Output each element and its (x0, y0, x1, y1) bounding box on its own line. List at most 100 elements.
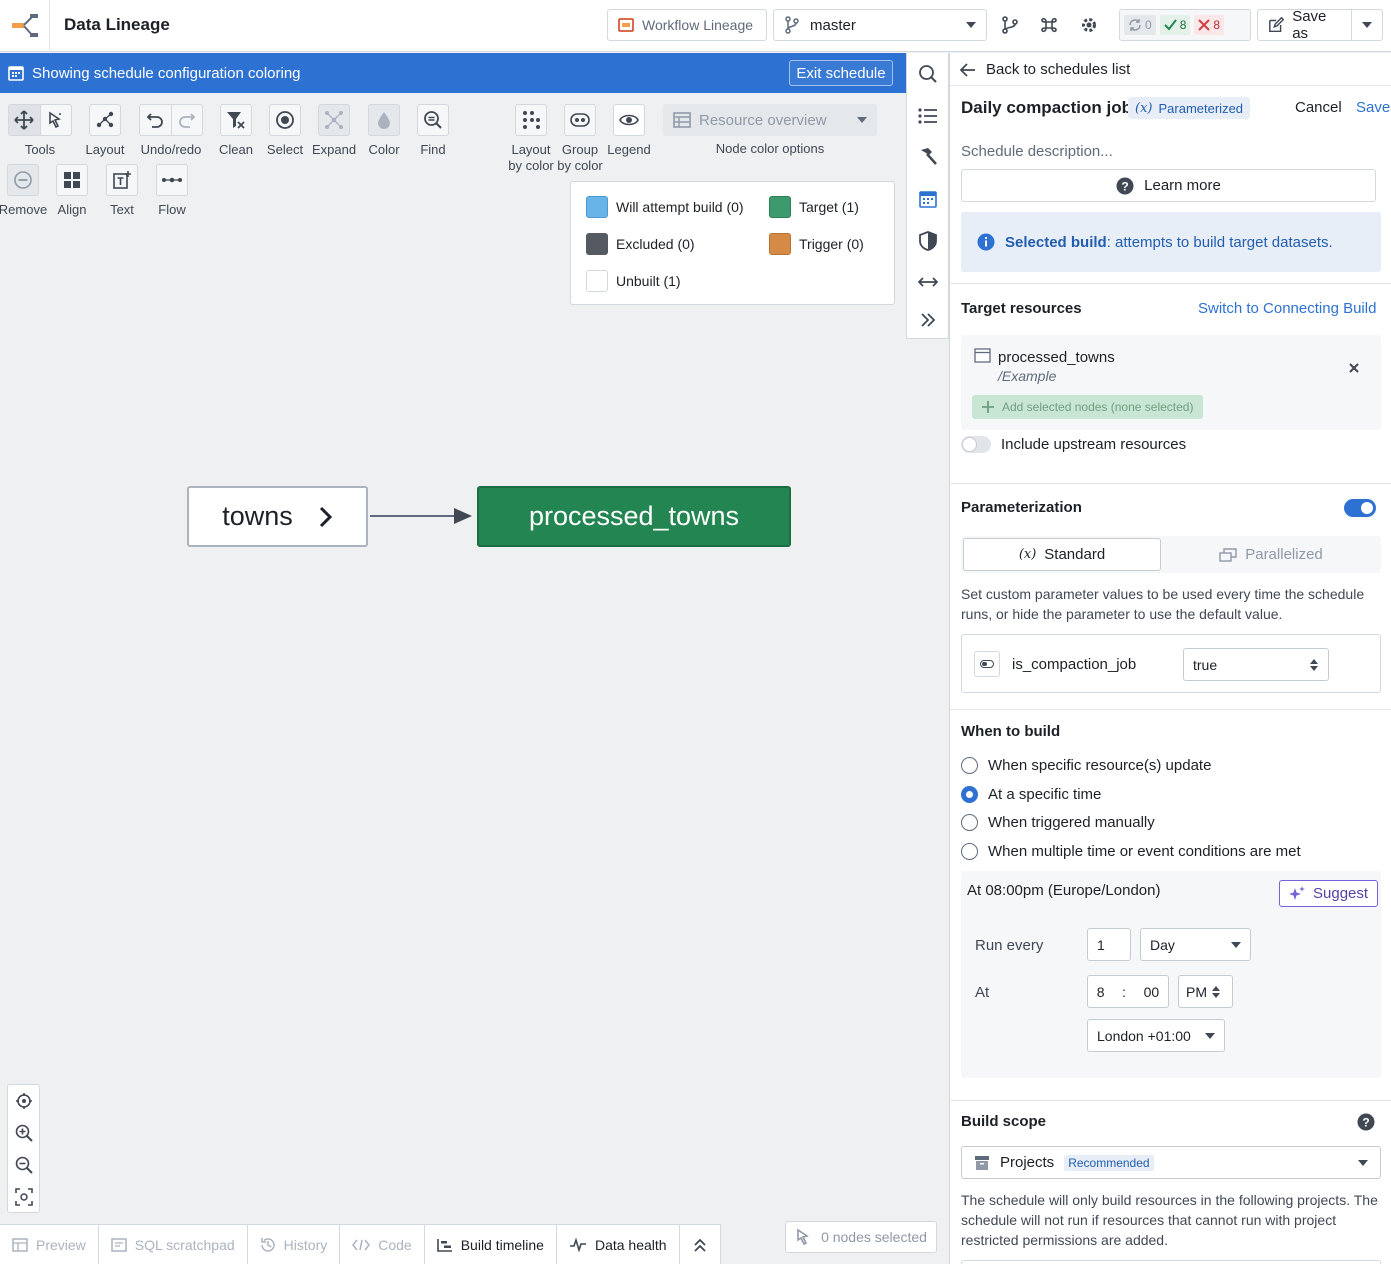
schedule-name[interactable]: Daily compaction job (961, 98, 1132, 118)
radio-triggered-manually[interactable]: When triggered manually (961, 814, 1155, 831)
run-every-input[interactable]: 1 (1087, 928, 1131, 961)
dependency-edge[interactable] (368, 506, 478, 526)
banner-text: Showing schedule configuration coloring (32, 64, 301, 82)
nodes-selected-indicator[interactable]: 0 nodes selected (785, 1221, 937, 1253)
tools-group: Tools (7, 104, 73, 158)
redo-icon[interactable] (170, 105, 202, 135)
arrow-left-icon (960, 62, 975, 77)
compare-branches-icon[interactable] (997, 12, 1023, 38)
tab-label: Build timeline (460, 1237, 544, 1253)
search-icon[interactable] (907, 54, 949, 94)
tab-sql-scratchpad[interactable]: SQL scratchpad (99, 1225, 248, 1264)
fit-to-screen-icon[interactable] (8, 1181, 39, 1213)
calendar-icon[interactable] (907, 179, 949, 219)
tab-history[interactable]: History (248, 1225, 341, 1264)
ampm-value: PM (1186, 983, 1207, 1000)
graph-node-towns[interactable]: towns (187, 486, 368, 547)
caret-down-icon (1358, 1159, 1368, 1166)
select-cursor-icon[interactable] (39, 105, 71, 135)
success-count: 8 (1179, 18, 1187, 32)
radio-specific-time[interactable]: At a specific time (961, 786, 1101, 803)
build-status-group[interactable]: 0 8 8 (1119, 9, 1251, 41)
radio-label: At a specific time (988, 786, 1102, 803)
svg-text:?: ? (1362, 1116, 1369, 1130)
success-status[interactable]: 8 (1159, 15, 1191, 35)
minute-value[interactable]: 00 (1144, 984, 1160, 1000)
radio-resource-update[interactable]: When specific resource(s) update (961, 757, 1211, 774)
layout-by-color-label: Layout by color (508, 142, 554, 173)
legend-tool[interactable]: Legend (599, 104, 659, 158)
build-scope-select[interactable]: Projects Recommended (961, 1146, 1381, 1179)
add-selected-nodes-button[interactable]: Add selected nodes (none selected) (972, 395, 1204, 419)
parameter-value-select[interactable]: true (1183, 648, 1329, 681)
tab-code[interactable]: Code (340, 1225, 425, 1264)
parameterized-badge: (x) Parameterized (1128, 97, 1251, 119)
hour-value[interactable]: 8 (1097, 984, 1105, 1000)
include-upstream-toggle[interactable]: Include upstream resources (961, 436, 1186, 453)
find-label: Find (420, 142, 446, 157)
standard-tab[interactable]: (x) Standard (963, 538, 1161, 571)
calendar-icon (8, 66, 24, 81)
undo-icon[interactable] (140, 105, 171, 135)
save-as-button-group: Save as (1257, 8, 1383, 42)
workflow-lineage-button[interactable]: Workflow Lineage (607, 9, 767, 41)
divider (950, 483, 1391, 484)
graph-node-processed-towns[interactable]: processed_towns (477, 486, 791, 547)
resource-path: /Example (998, 368, 1057, 384)
tab-data-health[interactable]: Data health (557, 1225, 680, 1264)
settings-gear-icon[interactable] (1076, 12, 1102, 38)
schedule-coloring-banner: Showing schedule configuration coloring (0, 53, 906, 93)
chevron-right-icon[interactable] (319, 506, 333, 528)
run-every-unit-select[interactable]: Day (1140, 928, 1251, 961)
learn-more-button[interactable]: ? Learn more (961, 169, 1376, 202)
parameterization-toggle[interactable] (1344, 499, 1376, 517)
help-icon[interactable]: ? (1357, 1113, 1375, 1131)
schedule-description-input[interactable]: Schedule description... (961, 143, 1113, 160)
branch-select[interactable]: master (773, 9, 987, 41)
node-color-select[interactable]: Resource overview (663, 104, 877, 136)
save-as-dropdown[interactable] (1352, 10, 1382, 40)
resize-horizontal-icon[interactable] (907, 262, 949, 302)
list-icon[interactable] (907, 96, 949, 136)
remove-resource-icon[interactable] (1349, 363, 1359, 373)
save-as-button[interactable]: Save as (1258, 8, 1352, 42)
zoom-out-icon[interactable] (8, 1149, 39, 1181)
data-lineage-logo-icon[interactable] (0, 0, 50, 52)
zoom-in-icon[interactable] (8, 1117, 39, 1149)
failure-status[interactable]: 8 (1194, 15, 1225, 35)
flow-tool[interactable]: Flow (142, 164, 202, 218)
radio-circle (961, 843, 978, 860)
expand-panel-button[interactable] (680, 1225, 720, 1264)
time-summary: At 08:00pm (Europe/London) (967, 882, 1161, 899)
radio-circle (961, 814, 978, 831)
resource-name[interactable]: processed_towns (998, 349, 1115, 366)
pan-tool-icon[interactable] (9, 105, 40, 135)
switch-connecting-build-link[interactable]: Switch to Connecting Build (1198, 300, 1376, 317)
tab-build-timeline[interactable]: Build timeline (425, 1225, 557, 1264)
save-button[interactable]: Save (1356, 99, 1390, 116)
suggest-button[interactable]: Suggest (1279, 880, 1379, 907)
build-info-callout: Selected build: attempts to build target… (961, 212, 1381, 272)
double-chevron-right-icon[interactable] (907, 300, 949, 340)
parallelized-tab[interactable]: Parallelized (1171, 538, 1371, 571)
center-target-icon[interactable] (8, 1085, 39, 1117)
back-to-schedules-link[interactable]: Back to schedules list (960, 61, 1130, 78)
exit-schedule-button[interactable]: Exit schedule (789, 60, 893, 86)
command-icon[interactable] (1036, 12, 1062, 38)
radio-multiple-conditions[interactable]: When multiple time or event conditions a… (961, 843, 1301, 860)
timezone-select[interactable]: London +01:00 (1087, 1019, 1225, 1052)
tab-label: History (283, 1237, 328, 1253)
sync-status[interactable]: 0 (1124, 15, 1156, 35)
cancel-button[interactable]: Cancel (1295, 99, 1342, 116)
build-hammer-icon[interactable] (907, 137, 949, 177)
boolean-type-icon (974, 651, 1000, 677)
shield-icon[interactable] (907, 221, 949, 261)
cross-icon (1198, 19, 1211, 31)
find-tool[interactable]: Find (403, 104, 463, 158)
color-label: Color (368, 142, 400, 157)
layout-tool[interactable]: Layout (75, 104, 135, 158)
tab-preview[interactable]: Preview (0, 1225, 99, 1264)
nodes-selected-label: 0 nodes selected (821, 1229, 927, 1245)
ampm-select[interactable]: PM (1178, 975, 1233, 1008)
time-input[interactable]: 8 : 00 (1087, 975, 1169, 1008)
